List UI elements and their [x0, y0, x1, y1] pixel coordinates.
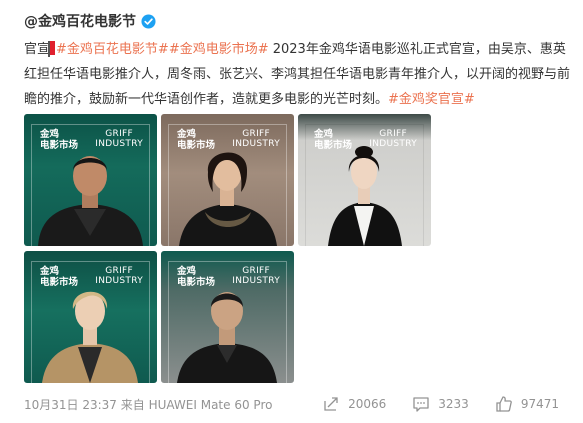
- weibo-post-card: @金鸡百花电影节 官宣 #金鸡百花电影节##金鸡电影市场# 2023年金鸡华语电影…: [0, 0, 583, 423]
- verified-badge-icon: [141, 13, 156, 29]
- photo-thumbnail[interactable]: 金鸡 电影市场 GRIFF INDUSTRY: [24, 251, 157, 383]
- post-header: @金鸡百花电影节: [24, 10, 156, 32]
- like-button[interactable]: 97471: [495, 395, 559, 413]
- like-count: 97471: [520, 397, 559, 411]
- thumbs-up-icon: [496, 396, 512, 412]
- repost-icon: [324, 397, 338, 411]
- repost-count: 20066: [348, 397, 387, 411]
- market-label-en: GRIFF INDUSTRY: [232, 266, 280, 286]
- hashtag-link[interactable]: #金鸡电影市场#: [169, 42, 269, 57]
- photo-thumbnail[interactable]: 金鸡 电影市场 GRIFF INDUSTRY: [24, 114, 157, 246]
- photo-thumbnail[interactable]: 金鸡 电影市场 GRIFF INDUSTRY: [298, 114, 431, 246]
- comment-count: 3233: [438, 397, 469, 411]
- photo-thumbnail[interactable]: 金鸡 电影市场 GRIFF INDUSTRY: [161, 114, 294, 246]
- market-label-cn: 金鸡 电影市场: [314, 129, 353, 151]
- hashtag-link[interactable]: #金鸡奖官宣#: [388, 92, 475, 107]
- market-label-cn: 金鸡 电影市场: [177, 266, 216, 288]
- comment-button[interactable]: 3233: [412, 395, 469, 413]
- market-label-en: GRIFF INDUSTRY: [232, 129, 280, 149]
- post-text: 官宣 #金鸡百花电影节##金鸡电影市场# 2023年金鸡华语电影巡礼正式官宣，由吴…: [24, 37, 576, 112]
- comment-icon: [413, 397, 429, 412]
- hashtag-link[interactable]: #金鸡百花电影节#: [56, 42, 169, 57]
- market-label-cn: 金鸡 电影市场: [40, 129, 79, 151]
- post-footer: 10月31日 23:37 来自 HUAWEI Mate 60 Pro 20066…: [24, 392, 559, 416]
- username-link[interactable]: @金鸡百花电影节: [24, 11, 136, 31]
- photo-thumbnail[interactable]: 金鸡 电影市场 GRIFF INDUSTRY: [161, 251, 294, 383]
- market-label-en: GRIFF INDUSTRY: [95, 266, 143, 286]
- market-label-en: GRIFF INDUSTRY: [369, 129, 417, 149]
- market-label-cn: 金鸡 电影市场: [177, 129, 216, 151]
- post-meta: 10月31日 23:37 来自 HUAWEI Mate 60 Pro: [24, 397, 273, 412]
- text-prefix: 官宣: [24, 42, 51, 57]
- market-label-en: GRIFF INDUSTRY: [95, 129, 143, 149]
- flag-icon: [48, 41, 56, 57]
- repost-button[interactable]: 20066: [322, 395, 386, 413]
- market-label-cn: 金鸡 电影市场: [40, 266, 79, 288]
